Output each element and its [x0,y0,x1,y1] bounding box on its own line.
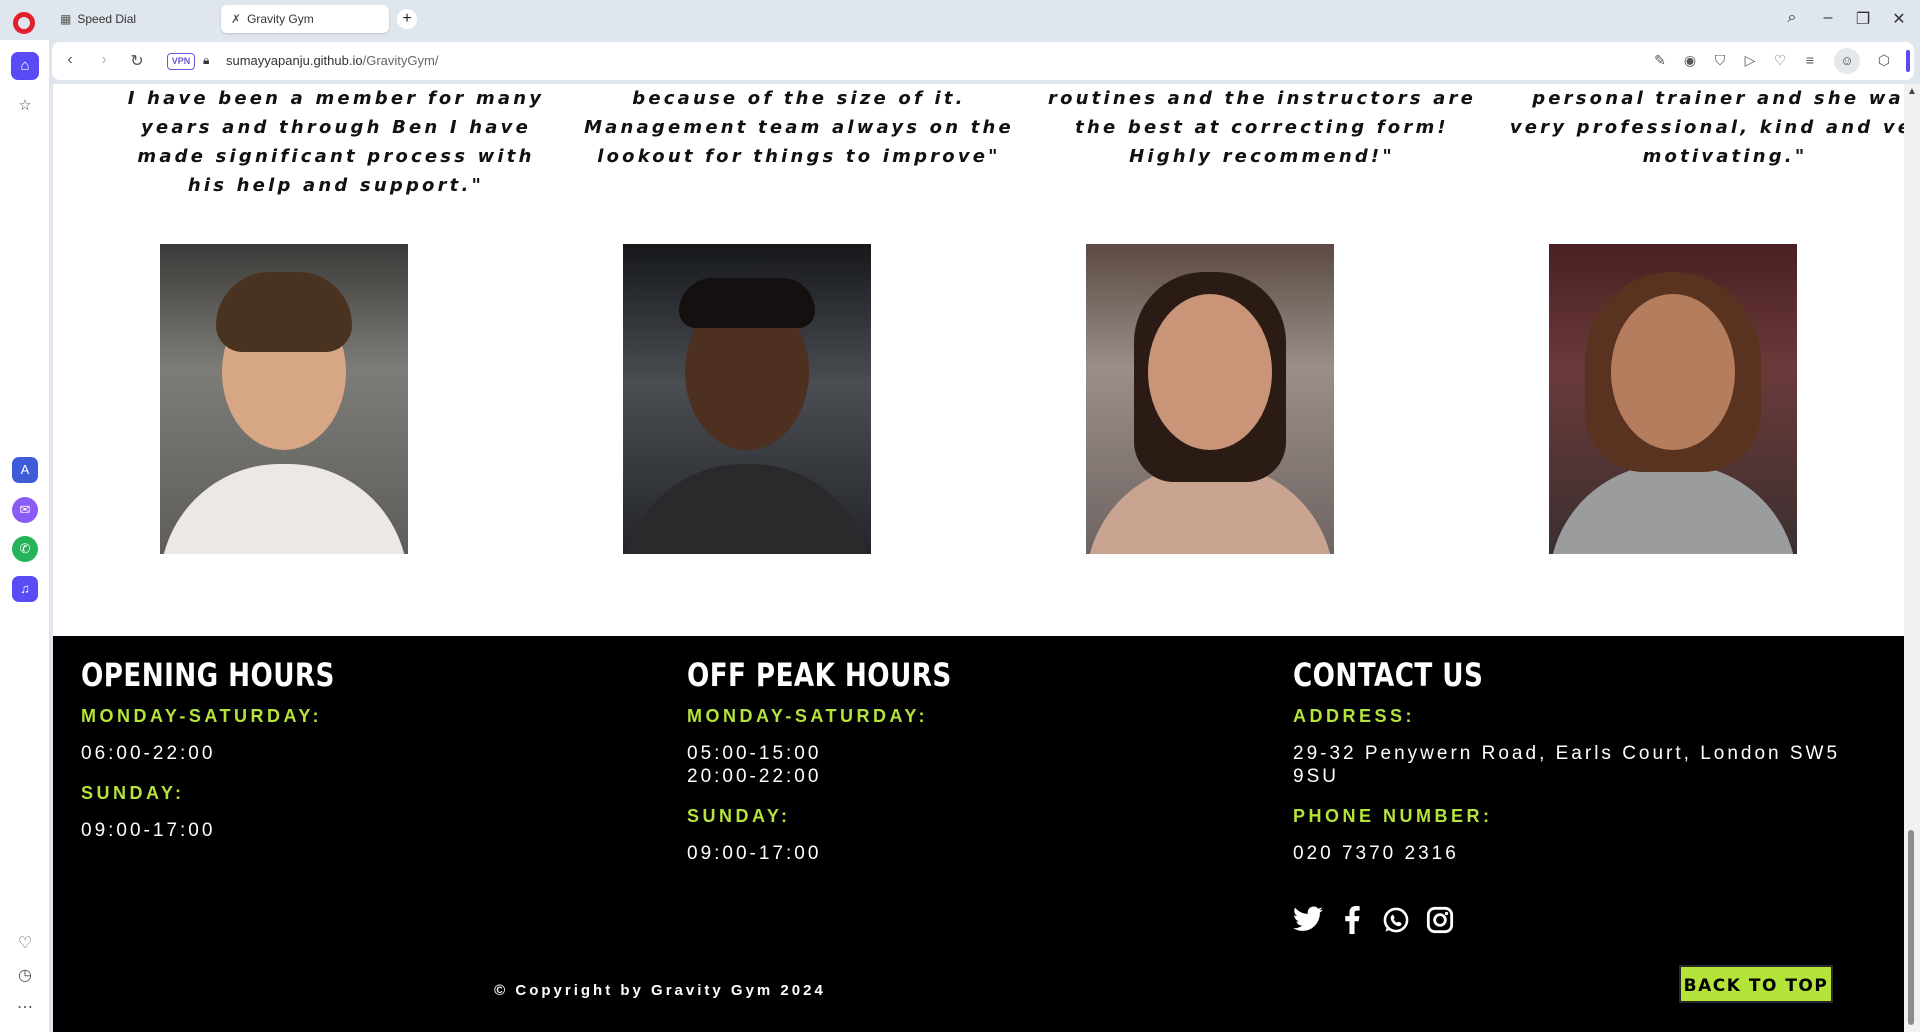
scrollbar-thumb[interactable] [1908,830,1914,1025]
opening-hours-title: OPENING HOURS [81,656,335,694]
extensions-icon[interactable]: ⬡ [1874,52,1894,69]
address-bar: ‹ › ↻ VPN 🔒︎ sumayyapanju.github.io/Grav… [52,42,1914,80]
member-photo [160,244,408,554]
music-player-icon[interactable]: ♫ [12,576,38,602]
minimize-window-icon[interactable]: – [1817,9,1839,27]
url-path: /GravityGym/ [362,53,439,68]
home-icon[interactable]: ⌂ [11,52,39,80]
review-card: personal trainer and she was very profes… [1505,84,1904,171]
member-photo [1086,244,1334,554]
review-quote: personal trainer and she was very profes… [1509,88,1904,167]
phone-label: PHONE NUMBER: [1293,806,1493,826]
more-options-icon[interactable]: ⋯ [11,994,39,1022]
review-quote: routines and the instructors are the bes… [1048,88,1476,167]
messenger-icon[interactable]: ✉ [12,497,38,523]
scroll-up-arrow-icon[interactable]: ▲ [1907,86,1917,97]
social-links [1293,906,1455,936]
browser-tab-bar: ▦ Speed Dial ✗ Gravity Gym + ⌕ – ❐ ✕ [0,0,1920,40]
page-viewport: I have been a member for many years and … [53,84,1904,1032]
phone-value: 020 7370 2316 [1293,843,1459,864]
reload-icon[interactable]: ↻ [127,51,147,71]
reviews-section: I have been a member for many years and … [53,84,1904,636]
sunday-label: SUNDAY: [687,806,791,826]
page-scrollbar[interactable]: ▲ [1904,84,1920,1032]
copyright-text: © Copyright by Gravity Gym 2024 [494,982,826,999]
camera-icon[interactable]: ◉ [1680,52,1700,69]
back-icon[interactable]: ‹ [60,51,80,69]
url-domain: sumayyapanju.github.io [226,53,363,68]
review-card: routines and the instructors are the bes… [1042,84,1482,171]
forward-icon[interactable]: › [94,51,114,69]
heart-sidebar-icon[interactable]: ♡ [11,930,39,958]
dumbbell-icon: ✗ [231,12,242,26]
new-tab-button[interactable]: + [397,9,417,29]
site-footer: OPENING HOURS MONDAY-SATURDAY: 06:00-22:… [53,636,1904,1032]
review-quote: because of the size of it. Management te… [584,88,1014,167]
heart-icon[interactable]: ♡ [1770,52,1790,69]
whatsapp-sidebar-icon[interactable]: ✆ [12,536,38,562]
opening-hours-column: OPENING HOURS MONDAY-SATURDAY: 06:00-22:… [81,656,641,860]
facebook-icon[interactable] [1337,906,1367,936]
opera-logo-icon[interactable] [13,12,35,34]
address-value: 29-32 Penywern Road, Earls Court, London… [1293,743,1841,787]
url-field[interactable]: sumayyapanju.github.io/GravityGym/ [226,53,438,68]
search-tabs-icon[interactable]: ⌕ [1781,9,1803,27]
twitter-icon[interactable] [1293,906,1323,936]
weekday-label: MONDAY-SATURDAY: [81,706,323,726]
off-peak-hours-title: OFF PEAK HOURS [687,656,952,694]
sidebar-toggle-indicator [1906,50,1910,72]
close-window-icon[interactable]: ✕ [1888,9,1910,29]
speed-dial-icon: ▦ [60,12,72,26]
member-photo [623,244,871,554]
review-card: because of the size of it. Management te… [579,84,1019,171]
player-icon[interactable]: ▷ [1740,52,1760,69]
contact-title: CONTACT US [1293,656,1484,694]
tab-speed-dial[interactable]: ▦ Speed Dial [50,5,212,33]
vpn-badge[interactable]: VPN [167,53,195,70]
tab-label: Gravity Gym [247,12,314,26]
profile-icon[interactable]: ☺ [1834,48,1860,74]
tab-label: Speed Dial [77,12,137,26]
back-to-top-button[interactable]: BACK TO TOP [1679,965,1833,1003]
shield-icon[interactable]: ⛉ [1710,52,1730,69]
instagram-icon[interactable] [1425,906,1455,936]
easy-setup-icon[interactable]: ≡ [1800,52,1820,68]
sunday-hours: 09:00-17:00 [687,843,822,864]
lock-icon[interactable]: 🔒︎ [203,53,209,68]
address-label: ADDRESS: [1293,706,1416,726]
snapshot-edit-icon[interactable]: ✎ [1650,52,1670,69]
sunday-hours: 09:00-17:00 [81,820,216,841]
member-photo [1549,244,1797,554]
sunday-label: SUNDAY: [81,783,185,803]
weekday-hours: 20:00-22:00 [687,766,822,787]
app-store-icon[interactable]: A [12,457,38,483]
contact-column: CONTACT US ADDRESS: 29-32 Penywern Road,… [1293,656,1883,883]
review-card: I have been a member for many years and … [116,84,556,200]
restore-window-icon[interactable]: ❐ [1852,9,1874,29]
weekday-hours: 05:00-15:00 [687,743,822,764]
opera-sidebar: ⌂ ☆ A ✉ ✆ ♫ ♡ ◷ ⋯ [0,40,50,1032]
weekday-label: MONDAY-SATURDAY: [687,706,929,726]
star-bookmarks-icon[interactable]: ☆ [11,92,39,120]
whatsapp-icon[interactable] [1381,906,1411,936]
review-quote: I have been a member for many years and … [127,88,545,196]
off-peak-hours-column: OFF PEAK HOURS MONDAY-SATURDAY: 05:00-15… [687,656,1247,883]
tab-gravity-gym[interactable]: ✗ Gravity Gym [221,5,389,33]
history-icon[interactable]: ◷ [11,962,39,990]
weekday-hours: 06:00-22:00 [81,743,216,764]
